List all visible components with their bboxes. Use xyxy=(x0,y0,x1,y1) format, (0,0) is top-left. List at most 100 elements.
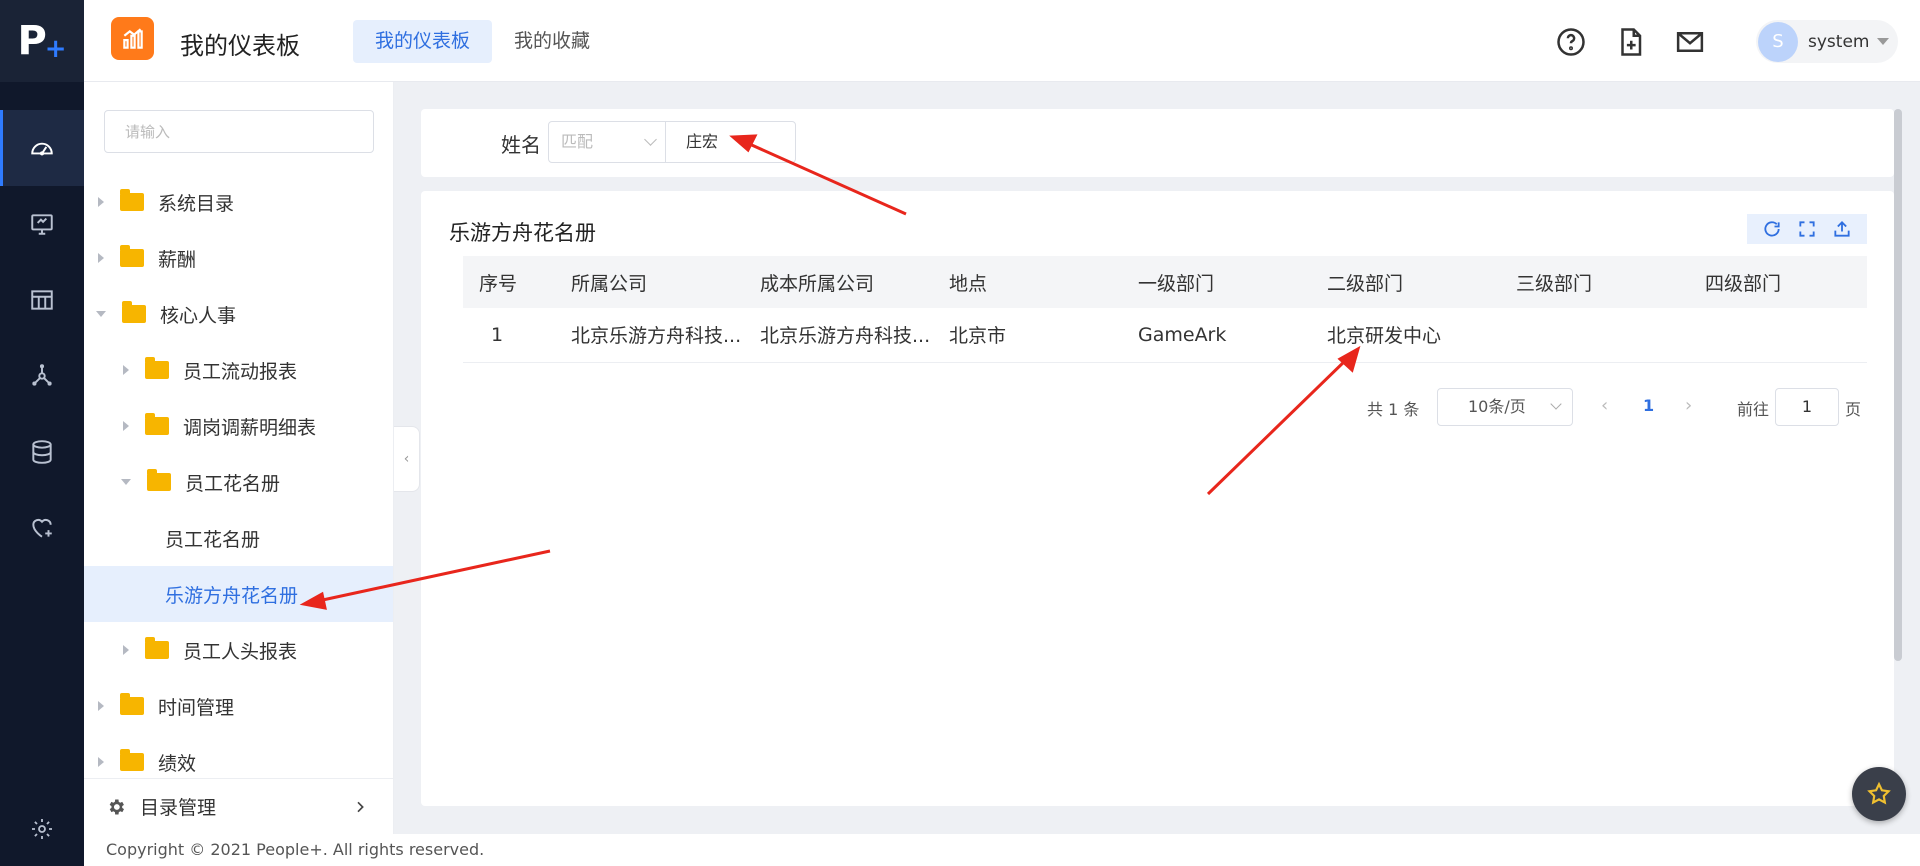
top-header: 我的仪表板 我的仪表板 我的收藏 S system xyxy=(84,0,1920,82)
tree-node-core-hr[interactable]: 核心人事 xyxy=(84,286,393,342)
tree-node-transfer-salary-detail[interactable]: 调岗调薪明细表 xyxy=(84,398,393,454)
nav-rail: P + xyxy=(0,0,84,866)
tree-node-label: 调岗调薪明细表 xyxy=(183,416,317,439)
tab-my-dashboard[interactable]: 我的仪表板 xyxy=(353,20,493,63)
report-toolbar xyxy=(1747,214,1867,244)
database-icon xyxy=(32,440,52,464)
next-page-button[interactable]: › xyxy=(1685,395,1692,416)
filter-panel: 姓名 匹配 庄宏 xyxy=(421,109,1894,177)
expand-arrow-icon[interactable] xyxy=(123,365,129,375)
caret-down-icon xyxy=(1877,38,1890,45)
new-file-button[interactable] xyxy=(1615,27,1645,57)
folder-icon xyxy=(145,413,169,435)
footer: Copyright © 2021 People+. All rights res… xyxy=(84,834,1920,866)
rail-item-table[interactable] xyxy=(0,262,84,338)
refresh-icon[interactable] xyxy=(1762,219,1782,239)
rail-item-favorite[interactable] xyxy=(0,490,84,566)
rail-item-monitor[interactable] xyxy=(0,186,84,262)
table-cell: 北京研发中心 xyxy=(1311,308,1500,363)
table-icon xyxy=(31,290,53,310)
export-icon[interactable] xyxy=(1832,219,1852,239)
catalog-management-label: 目录管理 xyxy=(140,797,217,819)
collapse-arrow-icon[interactable] xyxy=(96,311,106,317)
folder-icon xyxy=(145,637,169,659)
table-cell: 北京市 xyxy=(933,308,1122,363)
tree-node-employee-flow-report[interactable]: 员工流动报表 xyxy=(84,342,393,398)
column-header[interactable]: 成本所属公司 xyxy=(744,256,933,308)
table-cell: GameArk xyxy=(1122,308,1311,363)
column-header[interactable]: 四级部门 xyxy=(1689,256,1867,308)
tree-node-label: 薪酬 xyxy=(158,248,197,271)
tree-node-employee-roster[interactable]: 员工花名册 xyxy=(84,510,393,566)
dashboard-icon xyxy=(31,142,53,156)
rail-item-dashboard[interactable] xyxy=(0,110,84,186)
tree-node-headcount-report[interactable]: 员工人头报表 xyxy=(84,622,393,678)
column-header[interactable]: 地点 xyxy=(933,256,1122,308)
rail-settings[interactable] xyxy=(0,804,84,854)
goto-page-input[interactable]: 1 xyxy=(1775,388,1839,426)
tree-node-system-catalog[interactable]: 系统目录 xyxy=(84,174,393,230)
tree-node-label: 系统目录 xyxy=(158,192,235,215)
catalog-management-button[interactable]: 目录管理 xyxy=(84,778,393,834)
column-header[interactable]: 二级部门 xyxy=(1311,256,1500,308)
expand-arrow-icon[interactable] xyxy=(123,645,129,655)
name-filter-input[interactable]: 庄宏 xyxy=(665,121,796,163)
star-icon xyxy=(1867,781,1891,805)
report-panel: 乐游方舟花名册 序号 所属公司 成本所属公司 地点 一级部门 二级部门 三级部门… xyxy=(421,191,1894,806)
prev-page-button[interactable]: ‹ xyxy=(1601,395,1608,416)
brand-logo[interactable]: P + xyxy=(0,0,84,82)
tree-node-employee-roster-folder[interactable]: 员工花名册 xyxy=(84,454,393,510)
tree-node-label: 员工人头报表 xyxy=(183,640,298,663)
fullscreen-icon[interactable] xyxy=(1797,219,1817,239)
match-operator-select[interactable]: 匹配 xyxy=(548,121,666,163)
tree-node-time-management[interactable]: 时间管理 xyxy=(84,678,393,734)
report-table: 序号 所属公司 成本所属公司 地点 一级部门 二级部门 三级部门 四级部门 1 … xyxy=(463,256,1867,363)
goto-label: 前往 xyxy=(1737,400,1770,419)
tab-my-favorites[interactable]: 我的收藏 xyxy=(492,20,612,63)
user-menu[interactable]: S system xyxy=(1756,20,1898,63)
mail-button[interactable] xyxy=(1675,27,1705,57)
column-header[interactable]: 三级部门 xyxy=(1500,256,1689,308)
column-header[interactable]: 一级部门 xyxy=(1122,256,1311,308)
app-logo-icon xyxy=(111,17,154,60)
expand-arrow-icon[interactable] xyxy=(98,197,104,207)
main-scrollbar[interactable] xyxy=(1894,109,1902,661)
rail-item-database[interactable] xyxy=(0,414,84,490)
page-size-select[interactable]: 10条/页 xyxy=(1437,388,1573,426)
catalog-sidebar: 系统目录 薪酬 核心人事 员工流动报表 调岗调薪明细表 员工花名册 员工花名册 … xyxy=(84,82,394,834)
tree-node-lygame-roster[interactable]: 乐游方舟花名册 xyxy=(84,566,393,622)
tree-node-label: 核心人事 xyxy=(160,304,237,327)
avatar: S xyxy=(1758,21,1798,62)
collapse-arrow-icon[interactable] xyxy=(121,479,131,485)
current-page[interactable]: 1 xyxy=(1643,396,1654,415)
folder-icon xyxy=(145,357,169,379)
table-row[interactable]: 1 北京乐游方舟科技... 北京乐游方舟科技... 北京市 GameArk 北京… xyxy=(463,308,1867,363)
favorite-button[interactable] xyxy=(1852,767,1906,821)
expand-arrow-icon[interactable] xyxy=(98,757,104,767)
column-header[interactable]: 序号 xyxy=(463,256,555,308)
logo-letter: P xyxy=(17,18,47,64)
help-button[interactable] xyxy=(1556,27,1586,57)
table-cell xyxy=(1500,308,1689,363)
folder-icon xyxy=(147,469,171,491)
expand-arrow-icon[interactable] xyxy=(98,701,104,711)
column-header[interactable]: 所属公司 xyxy=(555,256,744,308)
tree-node-label: 绩效 xyxy=(158,752,197,775)
catalog-search-input[interactable] xyxy=(104,110,374,153)
sidebar-collapse-button[interactable]: ‹ xyxy=(394,426,420,492)
folder-icon xyxy=(120,245,144,267)
folder-icon xyxy=(122,301,146,323)
network-icon xyxy=(32,364,52,386)
pagination: 共 1 条 10条/页 ‹ 1 › 前往 1 页 xyxy=(421,386,1894,426)
folder-icon xyxy=(120,189,144,211)
mail-icon xyxy=(1676,32,1704,52)
rail-item-network[interactable] xyxy=(0,338,84,414)
gear-icon xyxy=(32,819,52,839)
expand-arrow-icon[interactable] xyxy=(98,253,104,263)
heart-plus-icon xyxy=(32,518,52,538)
match-operator-placeholder: 匹配 xyxy=(561,132,594,151)
expand-arrow-icon[interactable] xyxy=(123,421,129,431)
tree-node-salary[interactable]: 薪酬 xyxy=(84,230,393,286)
table-cell: 1 xyxy=(463,308,555,363)
tree-node-label: 员工花名册 xyxy=(185,472,281,495)
